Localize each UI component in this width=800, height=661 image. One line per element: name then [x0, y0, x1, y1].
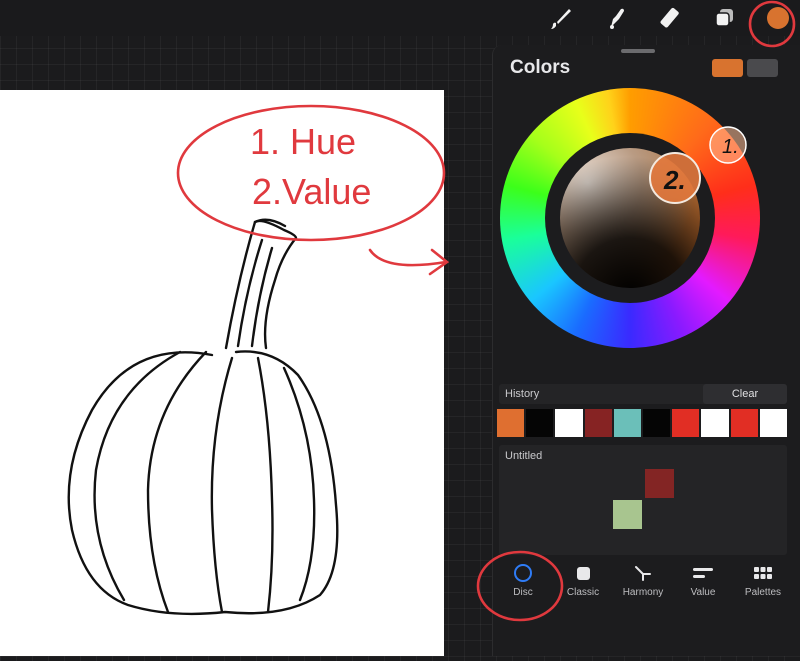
history-swatches — [497, 409, 788, 437]
paintbrush-icon[interactable] — [548, 4, 576, 32]
palettes-icon — [754, 567, 772, 579]
primary-color-swatch[interactable] — [712, 59, 743, 77]
history-swatch[interactable] — [555, 409, 583, 437]
tab-harmony[interactable]: Harmony — [613, 561, 673, 598]
classic-icon — [576, 566, 590, 580]
tab-label: Value — [690, 587, 716, 598]
top-toolbar — [0, 0, 800, 36]
history-swatch[interactable] — [526, 409, 554, 437]
harmony-icon — [635, 566, 651, 581]
panel-grabber[interactable] — [621, 49, 655, 53]
tab-value[interactable]: Value — [673, 561, 733, 598]
palette-name: Untitled — [505, 450, 543, 462]
value-disc[interactable] — [560, 148, 700, 288]
history-swatch[interactable] — [643, 409, 671, 437]
panel-title: Colors — [510, 57, 571, 78]
history-swatch[interactable] — [497, 409, 525, 437]
pumpkin-drawing — [67, 218, 339, 616]
tab-label: Palettes — [744, 587, 782, 598]
history-swatch[interactable] — [730, 409, 758, 437]
tab-label: Disc — [513, 587, 533, 598]
palette-swatch[interactable] — [645, 469, 674, 498]
layers-icon[interactable] — [711, 4, 739, 32]
history-label: History — [505, 388, 540, 400]
clear-history-button[interactable]: Clear — [703, 384, 787, 404]
smudge-icon[interactable] — [602, 4, 630, 32]
tab-classic[interactable]: Classic — [553, 561, 613, 598]
hue-ring[interactable] — [500, 88, 760, 348]
history-swatch[interactable] — [759, 409, 788, 437]
tab-palettes[interactable]: Palettes — [733, 561, 793, 598]
secondary-color-swatch[interactable] — [747, 59, 778, 77]
colors-panel: Colors History Clear Untitled Disc Class… — [492, 45, 800, 656]
tab-disc[interactable]: Disc — [493, 561, 553, 598]
palette-area: Untitled — [499, 445, 787, 555]
history-swatch[interactable] — [672, 409, 700, 437]
history-swatch[interactable] — [701, 409, 729, 437]
history-swatch[interactable] — [613, 409, 642, 437]
color-button[interactable] — [767, 7, 789, 29]
color-mode-tabs: Disc Classic Harmony Value Palettes — [493, 561, 800, 611]
history-swatch[interactable] — [584, 409, 612, 437]
tab-label: Harmony — [622, 587, 664, 598]
palette-swatch[interactable] — [613, 500, 642, 529]
value-icon — [693, 568, 713, 578]
tab-label: Classic — [566, 587, 600, 598]
eraser-icon[interactable] — [656, 4, 684, 32]
drawing-canvas[interactable] — [0, 90, 444, 656]
value-area — [545, 133, 715, 303]
disc-icon — [514, 564, 532, 582]
